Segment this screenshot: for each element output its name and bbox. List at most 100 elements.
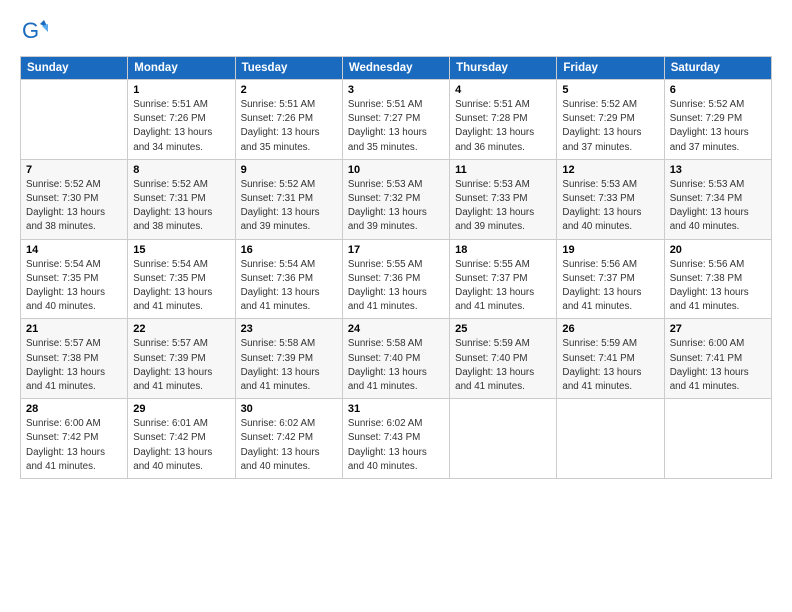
page-header: G xyxy=(20,18,772,46)
calendar-cell: 28 Sunrise: 6:00 AM Sunset: 7:42 PM Dayli… xyxy=(21,399,128,479)
calendar-cell: 16 Sunrise: 5:54 AM Sunset: 7:36 PM Dayli… xyxy=(235,239,342,319)
day-info: Sunrise: 5:55 AM Sunset: 7:36 PM Dayligh… xyxy=(348,258,444,315)
calendar-cell: 17Sunrise: 5:55 AM Sunset: 7:36 PM Dayli… xyxy=(342,239,449,319)
calendar-cell: 12 Sunrise: 5:53 AM Sunset: 7:33 PM Dayli… xyxy=(557,159,664,239)
calendar-cell: 11Sunrise: 5:53 AM Sunset: 7:33 PM Dayli… xyxy=(450,159,557,239)
day-number: 18 xyxy=(455,244,551,256)
calendar-cell: 29Sunrise: 6:01 AM Sunset: 7:42 PM Dayli… xyxy=(128,399,235,479)
week-row-4: 21 Sunrise: 5:57 AM Sunset: 7:38 PM Dayli… xyxy=(21,319,772,399)
day-info: Sunrise: 5:51 AM Sunset: 7:26 PM Dayligh… xyxy=(241,98,337,155)
day-number: 10 xyxy=(348,164,444,176)
calendar-cell: 10 Sunrise: 5:53 AM Sunset: 7:32 PM Dayli… xyxy=(342,159,449,239)
day-info: Sunrise: 6:02 AM Sunset: 7:42 PM Dayligh… xyxy=(241,417,337,474)
weekday-saturday: Saturday xyxy=(664,57,771,80)
calendar-cell xyxy=(450,399,557,479)
calendar-body: 1 Sunrise: 5:51 AM Sunset: 7:26 PM Daylig… xyxy=(21,80,772,479)
day-info: Sunrise: 5:58 AM Sunset: 7:40 PM Dayligh… xyxy=(348,337,444,394)
calendar-cell: 30Sunrise: 6:02 AM Sunset: 7:42 PM Dayli… xyxy=(235,399,342,479)
calendar-cell: 26 Sunrise: 5:59 AM Sunset: 7:41 PM Dayli… xyxy=(557,319,664,399)
weekday-header-row: SundayMondayTuesdayWednesdayThursdayFrid… xyxy=(21,57,772,80)
day-info: Sunrise: 5:57 AM Sunset: 7:38 PM Dayligh… xyxy=(26,337,122,394)
day-info: Sunrise: 6:02 AM Sunset: 7:43 PM Dayligh… xyxy=(348,417,444,474)
day-number: 29 xyxy=(133,403,229,415)
day-number: 12 xyxy=(562,164,658,176)
week-row-2: 7Sunrise: 5:52 AM Sunset: 7:30 PM Daylig… xyxy=(21,159,772,239)
calendar-cell: 27Sunrise: 6:00 AM Sunset: 7:41 PM Dayli… xyxy=(664,319,771,399)
day-info: Sunrise: 5:53 AM Sunset: 7:33 PM Dayligh… xyxy=(562,178,658,235)
day-number: 1 xyxy=(133,84,229,96)
day-info: Sunrise: 5:59 AM Sunset: 7:41 PM Dayligh… xyxy=(562,337,658,394)
day-info: Sunrise: 5:52 AM Sunset: 7:29 PM Dayligh… xyxy=(562,98,658,155)
calendar-cell: 7Sunrise: 5:52 AM Sunset: 7:30 PM Daylig… xyxy=(21,159,128,239)
day-number: 31 xyxy=(348,403,444,415)
day-info: Sunrise: 5:53 AM Sunset: 7:32 PM Dayligh… xyxy=(348,178,444,235)
week-row-5: 28 Sunrise: 6:00 AM Sunset: 7:42 PM Dayli… xyxy=(21,399,772,479)
day-number: 5 xyxy=(562,84,658,96)
calendar-cell: 23Sunrise: 5:58 AM Sunset: 7:39 PM Dayli… xyxy=(235,319,342,399)
calendar-table: SundayMondayTuesdayWednesdayThursdayFrid… xyxy=(20,56,772,479)
calendar-cell: 20 Sunrise: 5:56 AM Sunset: 7:38 PM Dayli… xyxy=(664,239,771,319)
weekday-thursday: Thursday xyxy=(450,57,557,80)
calendar-cell: 18 Sunrise: 5:55 AM Sunset: 7:37 PM Dayli… xyxy=(450,239,557,319)
day-number: 21 xyxy=(26,323,122,335)
day-info: Sunrise: 5:52 AM Sunset: 7:31 PM Dayligh… xyxy=(241,178,337,235)
calendar-cell: 9Sunrise: 5:52 AM Sunset: 7:31 PM Daylig… xyxy=(235,159,342,239)
calendar-cell: 31 Sunrise: 6:02 AM Sunset: 7:43 PM Dayli… xyxy=(342,399,449,479)
day-number: 23 xyxy=(241,323,337,335)
day-info: Sunrise: 5:52 AM Sunset: 7:31 PM Dayligh… xyxy=(133,178,229,235)
day-info: Sunrise: 6:00 AM Sunset: 7:42 PM Dayligh… xyxy=(26,417,122,474)
day-number: 2 xyxy=(241,84,337,96)
calendar-cell xyxy=(664,399,771,479)
day-number: 28 xyxy=(26,403,122,415)
day-info: Sunrise: 5:57 AM Sunset: 7:39 PM Dayligh… xyxy=(133,337,229,394)
calendar-cell: 14Sunrise: 5:54 AM Sunset: 7:35 PM Dayli… xyxy=(21,239,128,319)
day-number: 16 xyxy=(241,244,337,256)
week-row-3: 14 Sunrise: 5:54 AM Sunset: 7:35 PM Dayli… xyxy=(21,239,772,319)
day-info: Sunrise: 5:53 AM Sunset: 7:34 PM Dayligh… xyxy=(670,178,766,235)
day-number: 27 xyxy=(670,323,766,335)
day-number: 6 xyxy=(670,84,766,96)
calendar-cell: 5 Sunrise: 5:52 AM Sunset: 7:29 PM Daylig… xyxy=(557,80,664,160)
calendar-cell: 13 Sunrise: 5:53 AM Sunset: 7:34 PM Dayli… xyxy=(664,159,771,239)
calendar-cell: 22 Sunrise: 5:57 AM Sunset: 7:39 PM Dayli… xyxy=(128,319,235,399)
calendar-cell: 19 Sunrise: 5:56 AM Sunset: 7:37 PM Dayli… xyxy=(557,239,664,319)
day-info: Sunrise: 5:53 AM Sunset: 7:33 PM Dayligh… xyxy=(455,178,551,235)
calendar-cell xyxy=(21,80,128,160)
day-info: Sunrise: 5:54 AM Sunset: 7:36 PM Dayligh… xyxy=(241,258,337,315)
day-info: Sunrise: 5:52 AM Sunset: 7:29 PM Dayligh… xyxy=(670,98,766,155)
logo: G xyxy=(20,18,52,46)
calendar-cell: 25 Sunrise: 5:59 AM Sunset: 7:40 PM Dayli… xyxy=(450,319,557,399)
day-number: 26 xyxy=(562,323,658,335)
day-info: Sunrise: 5:54 AM Sunset: 7:35 PM Dayligh… xyxy=(133,258,229,315)
day-number: 3 xyxy=(348,84,444,96)
day-number: 22 xyxy=(133,323,229,335)
calendar-cell: 24 Sunrise: 5:58 AM Sunset: 7:40 PM Dayli… xyxy=(342,319,449,399)
day-number: 15 xyxy=(133,244,229,256)
day-number: 14 xyxy=(26,244,122,256)
day-number: 8 xyxy=(133,164,229,176)
calendar-cell: 4 Sunrise: 5:51 AM Sunset: 7:28 PM Daylig… xyxy=(450,80,557,160)
calendar-cell xyxy=(557,399,664,479)
day-info: Sunrise: 5:51 AM Sunset: 7:28 PM Dayligh… xyxy=(455,98,551,155)
calendar-cell: 15 Sunrise: 5:54 AM Sunset: 7:35 PM Dayli… xyxy=(128,239,235,319)
day-number: 4 xyxy=(455,84,551,96)
svg-text:G: G xyxy=(22,18,39,43)
day-info: Sunrise: 5:59 AM Sunset: 7:40 PM Dayligh… xyxy=(455,337,551,394)
calendar-cell: 6 Sunrise: 5:52 AM Sunset: 7:29 PM Daylig… xyxy=(664,80,771,160)
day-number: 7 xyxy=(26,164,122,176)
weekday-sunday: Sunday xyxy=(21,57,128,80)
day-number: 13 xyxy=(670,164,766,176)
day-info: Sunrise: 5:55 AM Sunset: 7:37 PM Dayligh… xyxy=(455,258,551,315)
day-number: 25 xyxy=(455,323,551,335)
day-number: 19 xyxy=(562,244,658,256)
weekday-tuesday: Tuesday xyxy=(235,57,342,80)
day-number: 24 xyxy=(348,323,444,335)
week-row-1: 1 Sunrise: 5:51 AM Sunset: 7:26 PM Daylig… xyxy=(21,80,772,160)
calendar-cell: 2 Sunrise: 5:51 AM Sunset: 7:26 PM Daylig… xyxy=(235,80,342,160)
day-info: Sunrise: 5:56 AM Sunset: 7:38 PM Dayligh… xyxy=(670,258,766,315)
weekday-wednesday: Wednesday xyxy=(342,57,449,80)
day-info: Sunrise: 5:51 AM Sunset: 7:26 PM Dayligh… xyxy=(133,98,229,155)
day-info: Sunrise: 5:56 AM Sunset: 7:37 PM Dayligh… xyxy=(562,258,658,315)
weekday-monday: Monday xyxy=(128,57,235,80)
day-number: 20 xyxy=(670,244,766,256)
